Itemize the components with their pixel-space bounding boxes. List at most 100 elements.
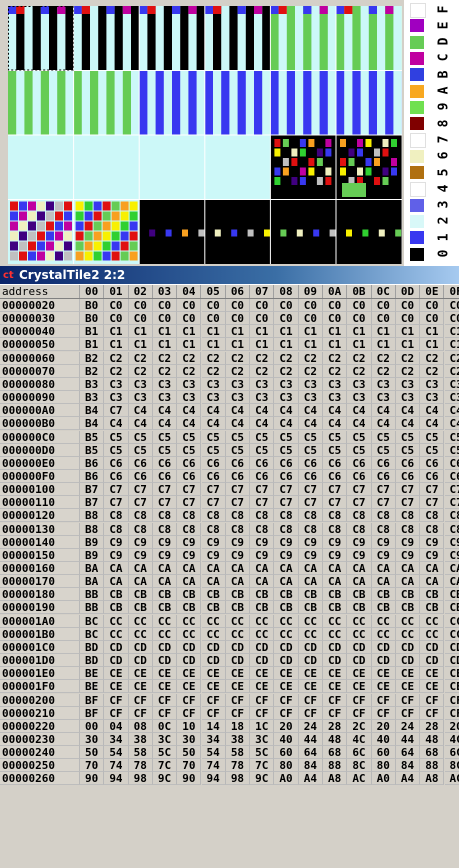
column-header-01[interactable]: 01	[104, 285, 129, 298]
hex-byte-cell[interactable]: C0	[177, 312, 202, 326]
hex-byte-cell[interactable]: C4	[274, 404, 299, 418]
hex-byte-cell[interactable]: B1	[80, 325, 105, 339]
hex-byte-cell[interactable]: CF	[420, 706, 445, 720]
hex-byte-cell[interactable]: CE	[298, 680, 323, 694]
hex-byte-cell[interactable]: CF	[395, 693, 421, 707]
hex-byte-cell[interactable]: C1	[177, 338, 202, 352]
hex-byte-cell[interactable]: CF	[323, 706, 348, 720]
hex-byte-cell[interactable]: C9	[250, 535, 275, 549]
hex-byte-cell[interactable]: C6	[371, 456, 396, 470]
hex-byte-cell[interactable]: 28	[323, 719, 348, 733]
hex-byte-cell[interactable]: C6	[371, 469, 396, 483]
hex-byte-cell[interactable]: CC	[444, 628, 459, 641]
hex-byte-cell[interactable]: B5	[80, 443, 105, 457]
hex-byte-cell[interactable]: CA	[128, 575, 153, 589]
hex-byte-cell[interactable]: C1	[444, 325, 459, 339]
hex-byte-cell[interactable]: C2	[177, 364, 202, 378]
hex-byte-cell[interactable]: 9C	[152, 772, 178, 786]
hex-byte-cell[interactable]: CD	[104, 654, 129, 668]
hex-byte-cell[interactable]: C4	[152, 404, 178, 418]
hex-byte-cell[interactable]: C2	[371, 364, 396, 378]
hex-byte-cell[interactable]: C7	[444, 483, 459, 497]
hex-byte-cell[interactable]: C6	[152, 456, 178, 470]
hex-byte-cell[interactable]: A8	[323, 772, 348, 786]
hex-byte-cell[interactable]: C0	[104, 312, 129, 326]
hex-byte-cell[interactable]: CF	[298, 693, 323, 707]
palette-swatch-7[interactable]	[410, 133, 426, 149]
hex-byte-cell[interactable]: BD	[80, 654, 105, 668]
hex-byte-cell[interactable]: C3	[371, 391, 396, 405]
hex-byte-cell[interactable]: C1	[298, 325, 323, 339]
hex-byte-cell[interactable]: C5	[395, 443, 421, 457]
hex-byte-cell[interactable]: C7	[201, 496, 226, 510]
hex-byte-cell[interactable]: BA	[80, 575, 105, 589]
hex-byte-cell[interactable]: C1	[250, 338, 275, 352]
hex-byte-cell[interactable]: C6	[298, 456, 323, 470]
hex-byte-cell[interactable]: C1	[225, 325, 251, 339]
hex-byte-cell[interactable]: C0	[274, 312, 299, 326]
hex-byte-cell[interactable]: CF	[128, 706, 153, 720]
hex-byte-cell[interactable]: C9	[152, 535, 178, 549]
hex-byte-cell[interactable]: CA	[395, 562, 421, 575]
hex-byte-cell[interactable]: CA	[250, 562, 275, 575]
hex-byte-cell[interactable]: CB	[371, 601, 396, 615]
hex-byte-cell[interactable]: B0	[80, 312, 105, 326]
hex-byte-cell[interactable]: C0	[371, 299, 396, 312]
hex-byte-cell[interactable]: C5	[420, 443, 445, 457]
hex-byte-cell[interactable]: 44	[395, 732, 421, 746]
hex-byte-cell[interactable]: CE	[128, 667, 153, 681]
hex-byte-cell[interactable]: C3	[250, 377, 275, 391]
column-header-05[interactable]: 05	[202, 285, 226, 298]
hex-byte-cell[interactable]: C4	[323, 404, 348, 418]
hex-byte-cell[interactable]: CD	[323, 640, 348, 654]
column-header-0A[interactable]: 0A	[323, 285, 348, 298]
hex-byte-cell[interactable]: CC	[298, 627, 323, 641]
hex-byte-cell[interactable]: C8	[347, 522, 372, 536]
hex-byte-cell[interactable]: C7	[177, 483, 202, 497]
hex-byte-cell[interactable]: CD	[177, 654, 202, 668]
hex-byte-cell[interactable]: CD	[274, 640, 299, 654]
hex-byte-cell[interactable]: C9	[323, 548, 348, 562]
hex-byte-cell[interactable]: CC	[152, 614, 178, 628]
hex-byte-cell[interactable]: C6	[128, 469, 153, 483]
hex-byte-cell[interactable]: C9	[444, 549, 459, 562]
hex-byte-cell[interactable]: C5	[104, 443, 129, 457]
hex-byte-cell[interactable]: C8	[420, 509, 445, 523]
hex-byte-cell[interactable]: C4	[444, 417, 459, 431]
hex-byte-cell[interactable]: CB	[395, 601, 421, 615]
hex-byte-cell[interactable]: 84	[298, 759, 323, 773]
hex-byte-cell[interactable]: CE	[323, 667, 348, 681]
hex-byte-cell[interactable]: CD	[347, 640, 372, 654]
hex-byte-cell[interactable]: 64	[395, 746, 421, 760]
hex-byte-cell[interactable]: B7	[80, 483, 105, 497]
hex-byte-cell[interactable]: C1	[371, 325, 396, 339]
hex-byte-cell[interactable]: C7	[347, 483, 372, 497]
hex-byte-cell[interactable]: CE	[420, 667, 445, 681]
hex-byte-cell[interactable]: CC	[444, 615, 459, 628]
hex-byte-cell[interactable]: C1	[323, 338, 348, 352]
hex-byte-cell[interactable]: CA	[128, 562, 153, 575]
hex-byte-cell[interactable]: C2	[201, 351, 226, 365]
hex-byte-cell[interactable]: C0	[323, 312, 348, 326]
hex-byte-cell[interactable]: CC	[177, 614, 202, 628]
hex-byte-cell[interactable]: C8	[128, 509, 153, 523]
hex-byte-cell[interactable]: C5	[420, 430, 445, 444]
hex-byte-cell[interactable]: C8	[274, 509, 299, 523]
hex-byte-cell[interactable]: CD	[152, 654, 178, 668]
hex-byte-cell[interactable]: C8	[323, 522, 348, 536]
hex-byte-cell[interactable]: C9	[128, 548, 153, 562]
hex-byte-cell[interactable]: 70	[80, 759, 105, 773]
hex-byte-cell[interactable]: C8	[177, 522, 202, 536]
hex-byte-cell[interactable]: C4	[250, 404, 275, 418]
hex-byte-cell[interactable]: 54	[201, 746, 226, 760]
hex-byte-cell[interactable]: C8	[201, 522, 226, 536]
hex-byte-cell[interactable]: CC	[225, 627, 251, 641]
hex-byte-cell[interactable]: CF	[128, 693, 153, 707]
hex-byte-cell[interactable]: 50	[177, 746, 202, 760]
hex-byte-cell[interactable]: B4	[80, 404, 105, 418]
hex-byte-cell[interactable]: 80	[371, 759, 396, 773]
hex-byte-cell[interactable]: C8	[420, 522, 445, 536]
hex-byte-cell[interactable]: C8	[104, 522, 129, 536]
hex-byte-cell[interactable]: 88	[323, 759, 348, 773]
hex-byte-cell[interactable]: B8	[80, 522, 105, 536]
